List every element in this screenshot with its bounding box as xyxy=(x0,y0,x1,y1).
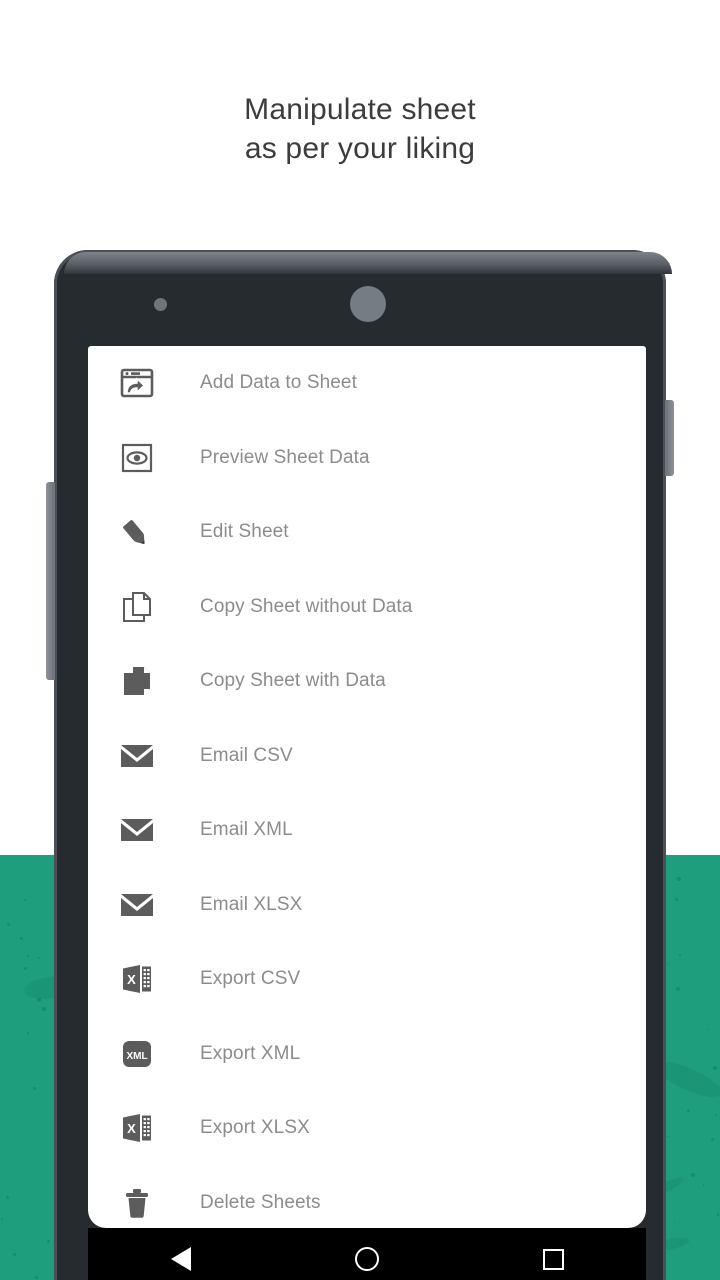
texture-speck xyxy=(717,1213,720,1216)
options-menu-dialog: Add Data to Sheet Preview Sheet Data Edi… xyxy=(88,346,646,1228)
texture-speck xyxy=(19,936,24,941)
texture-speck xyxy=(24,898,27,901)
texture-speck xyxy=(677,877,681,881)
envelope-icon xyxy=(114,810,160,850)
menu-item-delete-sheets[interactable]: Delete Sheets xyxy=(88,1166,646,1229)
copy-filled-icon xyxy=(114,661,160,701)
svg-text:X: X xyxy=(127,1121,136,1136)
texture-speck xyxy=(679,954,681,956)
volume-button[interactable] xyxy=(46,482,55,680)
phone-top-highlight xyxy=(64,252,672,274)
texture-speck xyxy=(715,969,717,971)
menu-item-preview-sheet-data[interactable]: Preview Sheet Data xyxy=(88,421,646,496)
power-button[interactable] xyxy=(665,400,674,476)
svg-text:XML: XML xyxy=(126,1051,147,1062)
menu-item-label: Copy Sheet with Data xyxy=(200,670,386,692)
page-title: Manipulate sheet as per your liking xyxy=(244,93,476,165)
menu-item-label: Export XLSX xyxy=(200,1117,310,1139)
eye-preview-icon xyxy=(114,438,160,478)
xml-badge-icon: XML xyxy=(114,1034,160,1074)
nav-recents-button[interactable] xyxy=(523,1239,583,1279)
menu-item-edit-sheet[interactable]: Edit Sheet xyxy=(88,495,646,570)
sensor-dot-icon xyxy=(154,298,167,311)
texture-speck xyxy=(703,1184,705,1186)
menu-item-label: Preview Sheet Data xyxy=(200,446,370,468)
texture-speck xyxy=(717,1157,719,1159)
pencil-edit-icon xyxy=(114,512,160,552)
texture-speck xyxy=(718,1102,720,1104)
texture-speck xyxy=(35,1276,39,1280)
back-triangle-icon xyxy=(171,1247,191,1271)
texture-speck xyxy=(677,933,679,935)
texture-speck xyxy=(674,897,679,902)
menu-item-label: Email XLSX xyxy=(200,893,303,915)
excel-x-icon: X xyxy=(114,1108,160,1148)
envelope-icon xyxy=(114,885,160,925)
nav-back-button[interactable] xyxy=(151,1239,211,1279)
add-data-window-arrow-icon xyxy=(114,363,160,403)
options-menu-list: Add Data to Sheet Preview Sheet Data Edi… xyxy=(88,346,646,1228)
texture-speck xyxy=(689,864,691,866)
menu-item-copy-sheet-with-data[interactable]: Copy Sheet with Data xyxy=(88,644,646,719)
texture-speck xyxy=(27,1032,29,1035)
copy-outline-icon xyxy=(114,587,160,627)
texture-speck xyxy=(7,923,10,926)
speaker-dot-icon xyxy=(350,286,386,322)
menu-item-email-xlsx[interactable]: Email XLSX xyxy=(88,868,646,943)
menu-item-label: Copy Sheet without Data xyxy=(200,595,413,617)
texture-speck xyxy=(687,1109,691,1113)
texture-speck xyxy=(677,1014,679,1016)
menu-item-label: Email CSV xyxy=(200,744,293,766)
menu-item-export-csv[interactable]: X Export CSV xyxy=(88,942,646,1017)
texture-speck xyxy=(713,1066,717,1070)
menu-item-add-data-to-sheet[interactable]: Add Data to Sheet xyxy=(88,346,646,421)
menu-item-label: Export CSV xyxy=(200,968,301,990)
texture-speck xyxy=(5,1195,10,1200)
svg-text:X: X xyxy=(127,972,136,987)
texture-speck xyxy=(676,986,681,991)
menu-item-label: Export XML xyxy=(200,1042,301,1064)
texture-speck xyxy=(27,955,29,957)
excel-x-icon: X xyxy=(114,959,160,999)
android-navigation-bar xyxy=(88,1228,646,1280)
menu-item-copy-sheet-without-data[interactable]: Copy Sheet without Data xyxy=(88,570,646,645)
texture-speck xyxy=(37,956,41,960)
envelope-icon xyxy=(114,736,160,776)
texture-speck xyxy=(24,966,28,971)
home-circle-icon xyxy=(355,1247,379,1271)
menu-item-email-xml[interactable]: Email XML xyxy=(88,793,646,868)
texture-speck xyxy=(13,1252,17,1256)
menu-item-export-xlsx[interactable]: X Export XLSX xyxy=(88,1091,646,1166)
menu-item-export-xml[interactable]: XML Export XML xyxy=(88,1017,646,1092)
nav-home-button[interactable] xyxy=(337,1239,397,1279)
texture-speck xyxy=(711,1138,715,1142)
texture-speck xyxy=(22,1057,25,1060)
recents-square-icon xyxy=(542,1248,564,1270)
menu-item-label: Delete Sheets xyxy=(200,1191,321,1213)
texture-speck xyxy=(691,1173,695,1178)
menu-item-label: Edit Sheet xyxy=(200,521,289,543)
menu-item-label: Add Data to Sheet xyxy=(200,372,357,394)
texture-speck xyxy=(32,1087,36,1091)
phone-mockup: Add Data to Sheet Preview Sheet Data Edi… xyxy=(46,250,674,1280)
texture-speck xyxy=(714,1113,718,1116)
menu-item-email-csv[interactable]: Email CSV xyxy=(88,719,646,794)
texture-speck xyxy=(708,1028,710,1031)
screenshot-root: Manipulate sheet as per your liking Add … xyxy=(0,0,720,1280)
phone-body: Add Data to Sheet Preview Sheet Data Edi… xyxy=(54,250,672,1280)
texture-speck xyxy=(1,1217,4,1221)
trash-icon xyxy=(114,1183,160,1223)
menu-item-label: Email XML xyxy=(200,819,293,841)
